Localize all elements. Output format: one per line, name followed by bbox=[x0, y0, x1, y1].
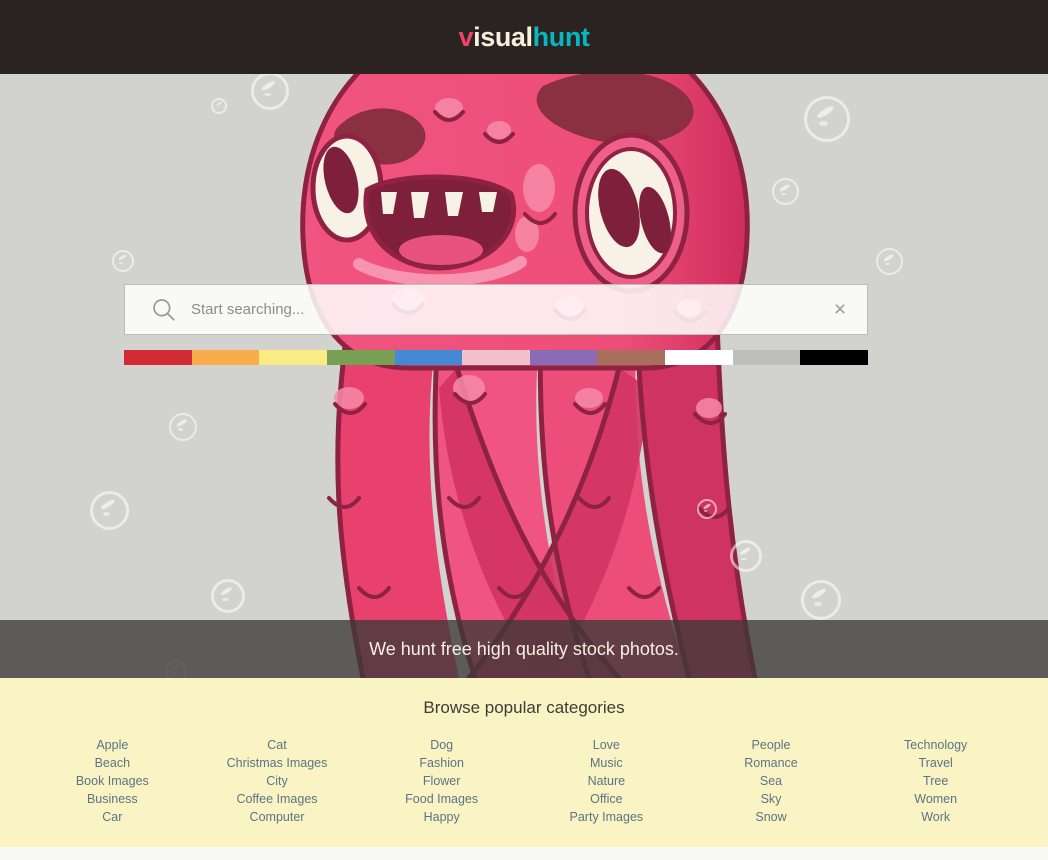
categories-section: Browse popular categories Apple Beach Bo… bbox=[0, 678, 1048, 847]
search-icon bbox=[153, 298, 175, 321]
bubble-decoration bbox=[90, 491, 129, 530]
category-link[interactable]: Happy bbox=[359, 808, 524, 826]
categories-column-1: Apple Beach Book Images Business Car bbox=[30, 736, 195, 826]
categories-title: Browse popular categories bbox=[423, 698, 625, 717]
bubble-decoration bbox=[801, 580, 841, 620]
logo-part-isual: isual bbox=[473, 21, 533, 52]
color-swatch-blue[interactable] bbox=[394, 350, 463, 365]
category-link[interactable]: Fashion bbox=[359, 754, 524, 772]
category-link[interactable]: Music bbox=[524, 754, 689, 772]
color-filter-swatches bbox=[124, 350, 869, 365]
category-link[interactable]: Car bbox=[30, 808, 195, 826]
logo-part-v: v bbox=[458, 21, 474, 52]
bubble-decoration bbox=[772, 178, 799, 205]
site-header: visualhunt bbox=[0, 0, 1048, 74]
pink-monster-icon bbox=[300, 74, 758, 678]
search-box[interactable]: × bbox=[124, 284, 868, 335]
category-link[interactable]: Apple bbox=[30, 736, 195, 754]
bubble-decoration bbox=[211, 579, 245, 613]
tagline-banner: We hunt free high quality stock photos. bbox=[0, 620, 1048, 678]
search-area: × bbox=[124, 284, 869, 365]
color-swatch-red[interactable] bbox=[124, 350, 192, 365]
category-link[interactable]: Work bbox=[853, 808, 1018, 826]
category-link[interactable]: Women bbox=[853, 790, 1018, 808]
category-link[interactable]: Food Images bbox=[359, 790, 524, 808]
color-swatch-green[interactable] bbox=[326, 350, 395, 365]
bubble-decoration bbox=[697, 499, 717, 519]
bubble-decoration bbox=[112, 250, 134, 272]
categories-columns: Apple Beach Book Images Business Car Cat… bbox=[0, 736, 1048, 826]
bubble-decoration bbox=[876, 248, 903, 275]
categories-column-5: People Romance Sea Sky Snow bbox=[689, 736, 854, 826]
category-link[interactable]: Sky bbox=[689, 790, 854, 808]
category-link[interactable]: People bbox=[689, 736, 854, 754]
category-link[interactable]: Computer bbox=[195, 808, 360, 826]
category-link[interactable]: Love bbox=[524, 736, 689, 754]
color-swatch-orange[interactable] bbox=[191, 350, 260, 365]
bubble-decoration bbox=[730, 540, 762, 572]
categories-column-6: Technology Travel Tree Women Work bbox=[853, 736, 1018, 826]
category-link[interactable]: Snow bbox=[689, 808, 854, 826]
site-logo[interactable]: visualhunt bbox=[458, 22, 589, 53]
category-link[interactable]: Sea bbox=[689, 772, 854, 790]
color-swatch-black[interactable] bbox=[800, 350, 869, 365]
category-link[interactable]: Christmas Images bbox=[195, 754, 360, 772]
bubble-decoration bbox=[211, 98, 227, 114]
bubble-decoration bbox=[169, 413, 197, 441]
category-link[interactable]: Tree bbox=[853, 772, 1018, 790]
color-swatch-yellow[interactable] bbox=[259, 350, 327, 365]
category-link[interactable]: Dog bbox=[359, 736, 524, 754]
bubble-decoration bbox=[251, 74, 289, 110]
bubble-decoration bbox=[804, 96, 850, 142]
category-link[interactable]: Romance bbox=[689, 754, 854, 772]
category-link[interactable]: Nature bbox=[524, 772, 689, 790]
clear-search-button[interactable]: × bbox=[813, 285, 867, 334]
search-input[interactable] bbox=[191, 285, 813, 334]
color-swatch-gray[interactable] bbox=[732, 350, 801, 365]
categories-column-3: Dog Fashion Flower Food Images Happy bbox=[359, 736, 524, 826]
color-swatch-brown[interactable] bbox=[597, 350, 666, 365]
hero-illustration bbox=[0, 74, 1048, 678]
tagline-text: We hunt free high quality stock photos. bbox=[369, 638, 679, 659]
logo-part-hunt: hunt bbox=[532, 21, 590, 52]
category-link[interactable]: Flower bbox=[359, 772, 524, 790]
color-swatch-purple[interactable] bbox=[529, 350, 598, 365]
category-link[interactable]: Business bbox=[30, 790, 195, 808]
footer-strip bbox=[0, 847, 1048, 860]
page-root: visualhunt Start searching... × We hunt … bbox=[0, 0, 1048, 860]
hero-section: × We hunt free high quality stock photos… bbox=[0, 74, 1048, 678]
category-link[interactable]: Book Images bbox=[30, 772, 195, 790]
categories-column-4: Love Music Nature Office Party Images bbox=[524, 736, 689, 826]
color-swatch-pink[interactable] bbox=[462, 350, 530, 365]
category-link[interactable]: Beach bbox=[30, 754, 195, 772]
category-link[interactable]: Coffee Images bbox=[195, 790, 360, 808]
categories-column-2: Cat Christmas Images City Coffee Images … bbox=[195, 736, 360, 826]
category-link[interactable]: Cat bbox=[195, 736, 360, 754]
category-link[interactable]: Party Images bbox=[524, 808, 689, 826]
category-link[interactable]: Travel bbox=[853, 754, 1018, 772]
color-swatch-white[interactable] bbox=[665, 350, 733, 365]
category-link[interactable]: City bbox=[195, 772, 360, 790]
category-link[interactable]: Technology bbox=[853, 736, 1018, 754]
category-link[interactable]: Office bbox=[524, 790, 689, 808]
